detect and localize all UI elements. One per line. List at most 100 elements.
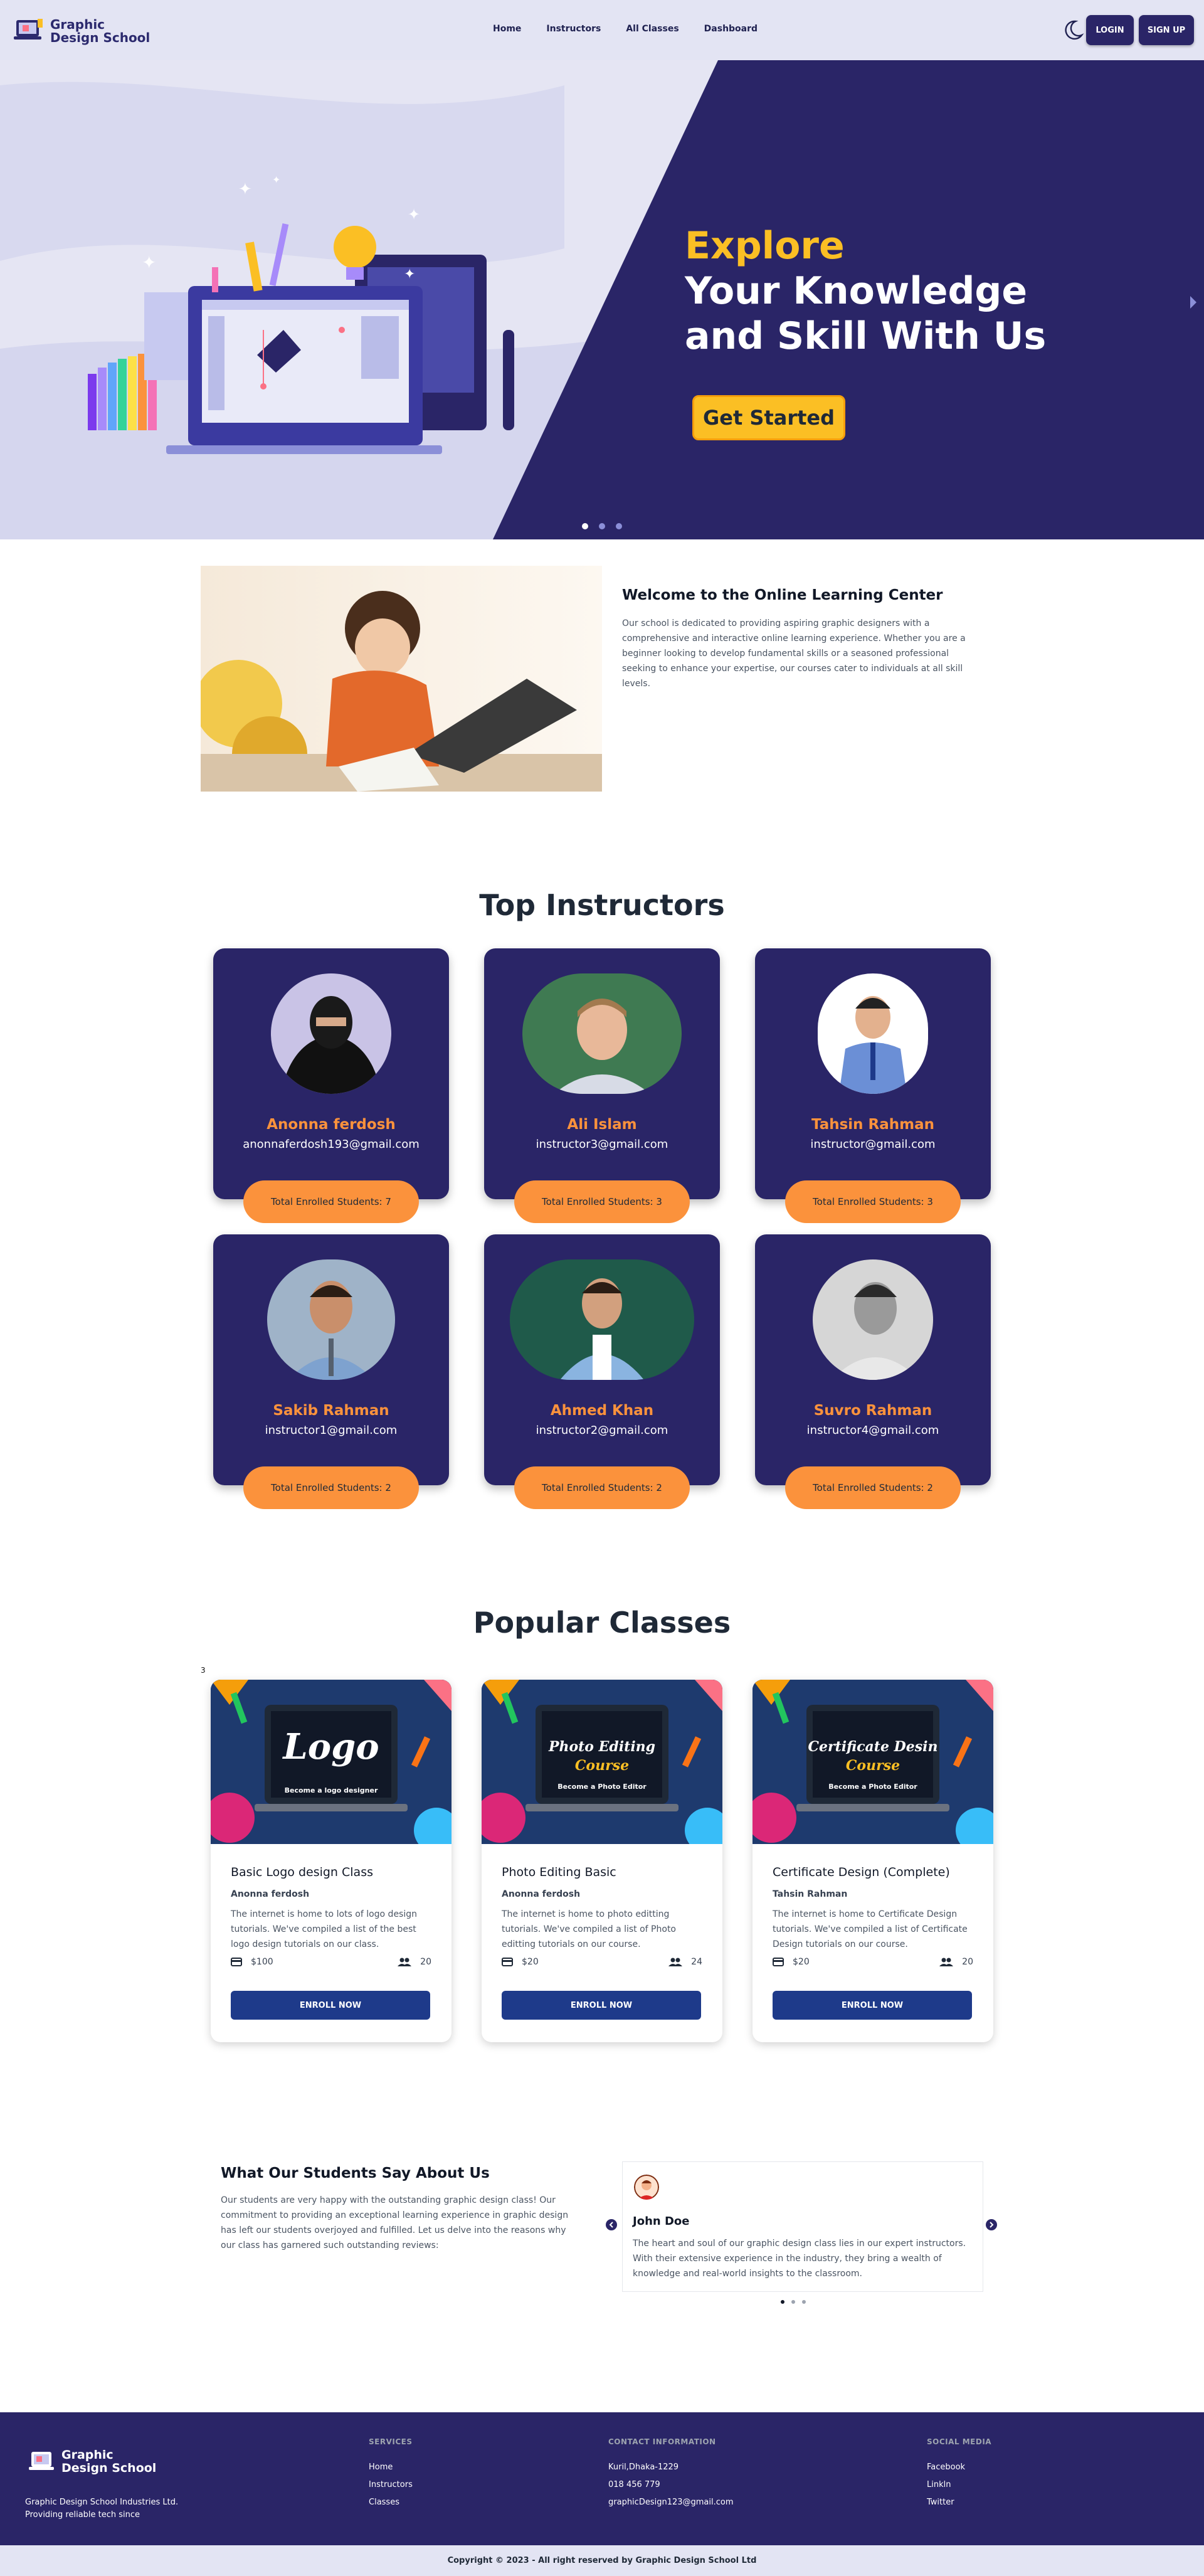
- footer-link-home[interactable]: Home: [369, 2462, 393, 2472]
- class-description: The internet is home to photo editting t…: [502, 1909, 676, 1949]
- instructor-card: Ali Islam instructor3@gmail.com Total En…: [484, 948, 720, 1223]
- testimonial-next-button[interactable]: [986, 2219, 997, 2230]
- signup-button[interactable]: SIGN UP: [1139, 15, 1194, 45]
- instructor-email: instructor2@gmail.com: [536, 1424, 668, 1437]
- class-title: Photo Editing Basic: [502, 1865, 616, 1879]
- footer-link-twitter[interactable]: Twitter: [927, 2498, 954, 2507]
- class-price-value: $100: [251, 1957, 273, 1967]
- slider-dot-1[interactable]: [582, 523, 588, 529]
- welcome-image: [201, 566, 602, 792]
- testimonial-card: John Doe The heart and soul of our graph…: [622, 2161, 983, 2292]
- instructor-name: Tahsin Rahman: [811, 1116, 935, 1133]
- instructor-email: instructor1@gmail.com: [265, 1424, 398, 1437]
- instructor-name: Suvro Rahman: [813, 1402, 932, 1419]
- svg-text:✦: ✦: [408, 206, 420, 223]
- people-icon: [398, 1958, 412, 1966]
- class-instructor: Anonna ferdosh: [502, 1889, 581, 1899]
- enroll-now-button[interactable]: ENROLL NOW: [502, 1991, 701, 2020]
- class-price: $20: [773, 1957, 810, 1967]
- footer-services-heading: SERVICES: [369, 2437, 413, 2446]
- credit-card-icon: [231, 1958, 242, 1966]
- class-seats-value: 20: [962, 1957, 973, 1967]
- footer-phone: 018 456 779: [608, 2480, 660, 2489]
- class-instructor: Anonna ferdosh: [231, 1889, 310, 1899]
- svg-text:✦: ✦: [238, 180, 252, 199]
- class-banner-accent: Course: [845, 1757, 900, 1774]
- enrolled-students-badge: Total Enrolled Students: 2: [785, 1466, 961, 1509]
- class-banner: Logo Become a logo designer: [211, 1680, 452, 1844]
- footer-logo: Graphic Design School: [29, 2449, 156, 2475]
- footer-logo-line-1: Graphic: [61, 2448, 114, 2462]
- class-banner: Photo Editing Course Become a Photo Edit…: [482, 1680, 722, 1844]
- logo-text: Graphic Design School: [50, 18, 150, 45]
- class-card: Logo Become a logo designer Basic Logo d…: [211, 1680, 452, 2042]
- nav-all-classes[interactable]: All Classes: [626, 24, 679, 34]
- welcome-text: Our school is dedicated to providing asp…: [622, 618, 966, 689]
- logo-icon: [14, 18, 45, 45]
- chevron-right-icon: [990, 2222, 994, 2228]
- dark-mode-toggle-icon[interactable]: [1062, 19, 1084, 41]
- slider-dot-2[interactable]: [599, 523, 605, 529]
- svg-text:✦: ✦: [272, 174, 280, 186]
- testimonials-text: Our students are very happy with the out…: [221, 2195, 569, 2250]
- class-card: Photo Editing Course Become a Photo Edit…: [482, 1680, 722, 2042]
- class-description: The internet is home to lots of logo des…: [231, 1909, 418, 1949]
- footer-logo-line-2: Design School: [61, 2461, 157, 2475]
- class-banner-title: Logo: [283, 1726, 379, 1768]
- hero-title: Explore Your Knowledge and Skill With Us: [685, 223, 1046, 359]
- class-price: $20: [502, 1957, 539, 1967]
- enroll-now-button[interactable]: ENROLL NOW: [231, 1991, 430, 2020]
- nav-dashboard[interactable]: Dashboard: [704, 24, 758, 34]
- instructor-email: instructor@gmail.com: [810, 1138, 936, 1151]
- class-seats: 24: [668, 1957, 702, 1967]
- classes-count: 3: [201, 1666, 206, 1675]
- people-icon: [939, 1958, 954, 1966]
- testimonial-dot-3[interactable]: [802, 2300, 806, 2304]
- footer-social-heading: SOCIAL MEDIA: [927, 2437, 992, 2446]
- class-description: The internet is home to Certificate Desi…: [773, 1909, 968, 1949]
- logo-line-2: Design School: [50, 30, 150, 45]
- footer-tagline: Providing reliable tech since: [25, 2510, 140, 2520]
- testimonial-prev-button[interactable]: [606, 2219, 617, 2230]
- instructors-title: Top Instructors: [479, 888, 725, 922]
- get-started-button[interactable]: Get Started: [692, 395, 845, 440]
- class-title: Basic Logo design Class: [231, 1865, 373, 1879]
- instructor-email: instructor3@gmail.com: [536, 1138, 668, 1151]
- hero-slider: ✦ ✦ ✦ ✦ ✦ Explore Your Knowledge and Ski…: [0, 60, 1204, 539]
- site-logo[interactable]: Graphic Design School: [14, 18, 150, 45]
- testimonial-dot-1[interactable]: [781, 2300, 784, 2304]
- enrolled-students-badge: Total Enrolled Students: 2: [514, 1466, 690, 1509]
- login-button[interactable]: LOGIN: [1086, 15, 1134, 45]
- student-avatar: [634, 2175, 659, 2200]
- class-price-value: $20: [793, 1957, 810, 1967]
- svg-text:✦: ✦: [404, 267, 415, 282]
- enrolled-students-badge: Total Enrolled Students: 7: [243, 1180, 419, 1223]
- enroll-now-button[interactable]: ENROLL NOW: [773, 1991, 972, 2020]
- class-banner-title: Certificate Desin: [808, 1739, 938, 1755]
- instructor-card: Anonna ferdosh anonnaferdosh193@gmail.co…: [213, 948, 449, 1223]
- student-name: John Doe: [633, 2215, 690, 2228]
- class-instructor: Tahsin Rahman: [773, 1889, 848, 1899]
- credit-card-icon: [502, 1958, 513, 1966]
- nav-instructors[interactable]: Instructors: [546, 24, 601, 34]
- footer-link-facebook[interactable]: Facebook: [927, 2462, 965, 2472]
- credit-card-icon: [773, 1958, 784, 1966]
- navbar: Graphic Design School Home Instructors A…: [0, 0, 1204, 60]
- footer-email[interactable]: graphicDesign123@gmail.com: [608, 2498, 734, 2507]
- footer-link-linkedin[interactable]: Linkln: [927, 2480, 951, 2489]
- footer-link-instructors[interactable]: Instructors: [369, 2480, 413, 2489]
- footer: Graphic Design School Graphic Design Sch…: [0, 2412, 1204, 2545]
- nav-home[interactable]: Home: [493, 24, 521, 34]
- class-title: Certificate Design (Complete): [773, 1865, 950, 1879]
- testimonial-dot-2[interactable]: [791, 2300, 795, 2304]
- testimonials-title: What Our Students Say About Us: [221, 2165, 490, 2181]
- instructor-name: Anonna ferdosh: [267, 1116, 396, 1133]
- welcome-title: Welcome to the Online Learning Center: [622, 587, 943, 603]
- hero-title-line-1: Explore: [685, 224, 845, 268]
- instructor-card: Ahmed Khan instructor2@gmail.com Total E…: [484, 1234, 720, 1509]
- instructor-avatar: [510, 1259, 694, 1380]
- instructor-name: Sakib Rahman: [273, 1402, 389, 1419]
- slider-dot-3[interactable]: [616, 523, 622, 529]
- class-seats: 20: [939, 1957, 973, 1967]
- footer-link-classes[interactable]: Classes: [369, 2498, 399, 2507]
